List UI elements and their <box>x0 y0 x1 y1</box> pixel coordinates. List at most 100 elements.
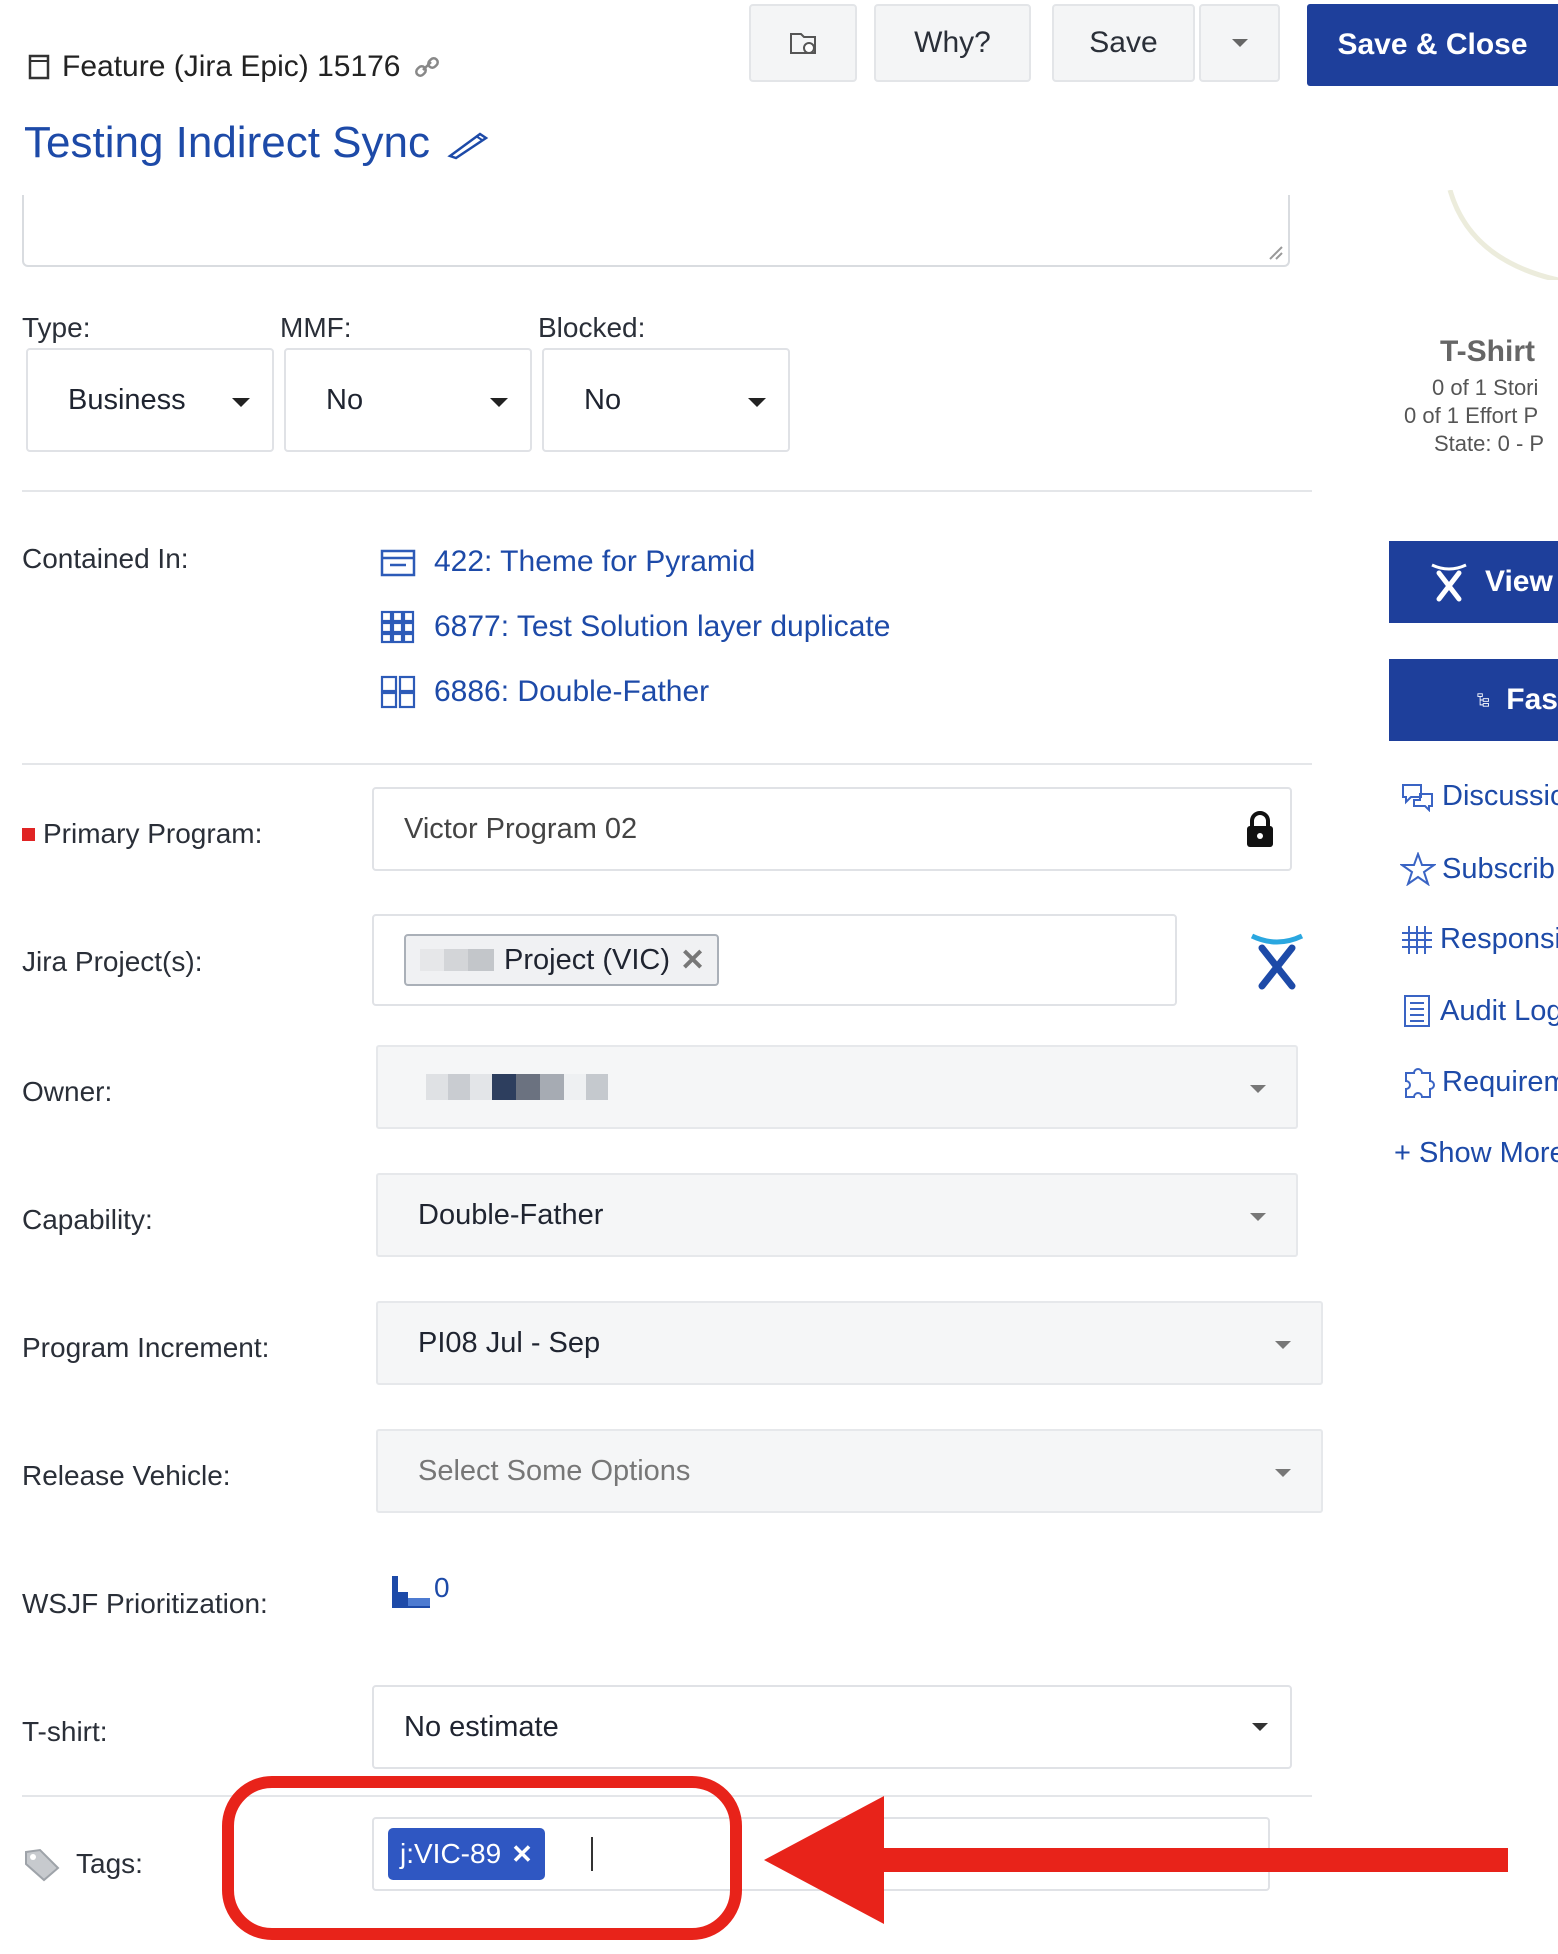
show-more-link[interactable]: + Show More <box>1394 1137 1558 1170</box>
grid-icon <box>380 610 415 644</box>
release-vehicle-select[interactable]: Select Some Options <box>376 1429 1323 1513</box>
sidebar-link-requirements[interactable]: Requirem <box>1400 1065 1558 1099</box>
view-button[interactable]: View <box>1389 541 1558 623</box>
program-increment-label: Program Increment: <box>22 1332 270 1363</box>
chevron-down-icon <box>1250 1085 1266 1093</box>
annotation-highlight <box>222 1776 742 1940</box>
jira-project-chip: Project (VIC) ✕ <box>404 934 720 986</box>
sidebar-link-label: Subscrib <box>1442 852 1555 885</box>
divider <box>22 763 1312 765</box>
sidebar-link-label: Audit Log <box>1440 994 1558 1027</box>
redacted-owner <box>426 1074 608 1100</box>
primary-program-field: Victor Program 02 <box>372 787 1292 871</box>
description-textarea[interactable] <box>22 195 1290 267</box>
mmf-label: MMF: <box>280 312 352 343</box>
resize-handle-icon[interactable] <box>1266 243 1284 261</box>
tshirt-line: 0 of 1 Effort P <box>1404 403 1539 428</box>
sidebar-link-audit-log[interactable]: Audit Log <box>1400 994 1558 1028</box>
fast-button[interactable]: Fas <box>1389 659 1558 741</box>
contained-in-label: Contained In: <box>22 543 189 574</box>
save-close-label: Save & Close <box>1337 28 1528 61</box>
type-select-value: Business <box>68 383 186 416</box>
tshirt-line: 0 of 1 Stori <box>1432 375 1539 400</box>
primary-program-label: Primary Program: <box>22 818 262 850</box>
view-button-label: View <box>1485 565 1553 598</box>
release-vehicle-label: Release Vehicle: <box>22 1460 231 1491</box>
document-icon <box>28 54 50 80</box>
save-button[interactable]: Save <box>1052 4 1195 82</box>
sidebar-link-discussion[interactable]: Discussio <box>1400 780 1558 813</box>
sidebar-link-label: Requirem <box>1442 1065 1558 1098</box>
tshirt-label: T-shirt: <box>22 1716 108 1747</box>
chevron-down-icon <box>1275 1469 1291 1477</box>
release-vehicle-placeholder: Select Some Options <box>418 1454 691 1487</box>
sidebar-link-label: Responsi <box>1440 923 1558 955</box>
sidebar-link-responsibility[interactable]: Responsi <box>1400 923 1558 956</box>
tags-label: Tags: <box>22 1846 143 1882</box>
jira-projects-label: Jira Project(s): <box>22 946 203 977</box>
why-button-label: Why? <box>914 26 991 59</box>
divider <box>22 490 1312 492</box>
contained-in-link[interactable]: 422: Theme for Pyramid <box>434 545 755 579</box>
jira-projects-field[interactable]: Project (VIC) ✕ <box>372 914 1177 1006</box>
chevron-down-icon <box>490 398 508 407</box>
new-window-button[interactable] <box>749 4 857 82</box>
save-options-dropdown[interactable] <box>1199 4 1280 82</box>
required-marker <box>22 827 35 841</box>
lock-icon <box>1247 811 1273 847</box>
progress-ring <box>1447 190 1558 280</box>
primary-program-value: Victor Program 02 <box>404 812 638 845</box>
edit-pencil-icon[interactable] <box>446 126 490 160</box>
capability-select[interactable]: Double-Father <box>376 1173 1298 1257</box>
mmf-select-value: No <box>326 383 364 416</box>
blocked-label: Blocked: <box>538 312 646 343</box>
mmf-select[interactable]: No <box>284 348 532 452</box>
fast-button-label: Fas <box>1506 683 1558 716</box>
chevron-down-icon <box>1231 39 1248 47</box>
wsjf-link[interactable]: 0 <box>390 1572 450 1610</box>
tags-label-text: Tags: <box>76 1848 143 1879</box>
show-more-label: + Show More <box>1394 1137 1558 1169</box>
sidebar-link-subscribe[interactable]: Subscrib <box>1400 852 1555 886</box>
why-button[interactable]: Why? <box>874 4 1031 82</box>
save-close-button[interactable]: Save & Close <box>1307 4 1558 86</box>
puzzle-icon <box>1405 1068 1435 1098</box>
blocked-select-value: No <box>584 383 622 416</box>
contained-in-item[interactable]: 6877: Test Solution layer duplicate <box>380 610 890 644</box>
log-icon <box>1404 995 1430 1027</box>
chevron-down-icon <box>1252 1723 1268 1731</box>
contained-in-item[interactable]: 422: Theme for Pyramid <box>380 545 755 579</box>
discussion-icon <box>1402 783 1433 812</box>
blocked-select[interactable]: No <box>542 348 790 452</box>
contained-in-link[interactable]: 6877: Test Solution layer duplicate <box>434 610 890 644</box>
chevron-down-icon <box>1250 1213 1266 1221</box>
redacted-block <box>420 949 494 971</box>
tshirt-line: State: 0 - P <box>1434 431 1545 456</box>
link-icon[interactable] <box>413 54 441 80</box>
grid-hash-icon <box>1402 925 1432 954</box>
save-button-label: Save <box>1089 26 1158 59</box>
capability-value: Double-Father <box>418 1198 604 1231</box>
star-icon <box>1400 852 1436 886</box>
capability-icon <box>380 675 416 709</box>
type-label: Type: <box>22 312 91 343</box>
hierarchy-icon <box>1477 693 1489 707</box>
primary-program-label-text: Primary Program: <box>43 818 263 849</box>
chevron-down-icon <box>1275 1341 1291 1349</box>
jira-sync-icon[interactable] <box>1248 930 1306 992</box>
tshirt-select[interactable]: No estimate <box>372 1685 1292 1769</box>
owner-select[interactable] <box>376 1045 1298 1129</box>
breadcrumb-text: Feature (Jira Epic) 15176 <box>62 50 401 83</box>
program-increment-select[interactable]: PI08 Jul - Sep <box>376 1301 1323 1385</box>
wsjf-chart-icon <box>392 1576 430 1608</box>
jira-project-chip-label: Project (VIC) <box>504 943 670 976</box>
type-select[interactable]: Business <box>26 348 274 452</box>
chevron-down-icon <box>232 398 250 407</box>
close-icon[interactable]: ✕ <box>680 943 705 978</box>
contained-in-link[interactable]: 6886: Double-Father <box>434 675 709 709</box>
contained-in-item[interactable]: 6886: Double-Father <box>380 675 709 709</box>
theme-icon <box>380 549 416 577</box>
page-title-text: Testing Indirect Sync <box>24 118 430 167</box>
program-increment-value: PI08 Jul - Sep <box>418 1326 601 1359</box>
tshirt-value: No estimate <box>404 1710 559 1743</box>
